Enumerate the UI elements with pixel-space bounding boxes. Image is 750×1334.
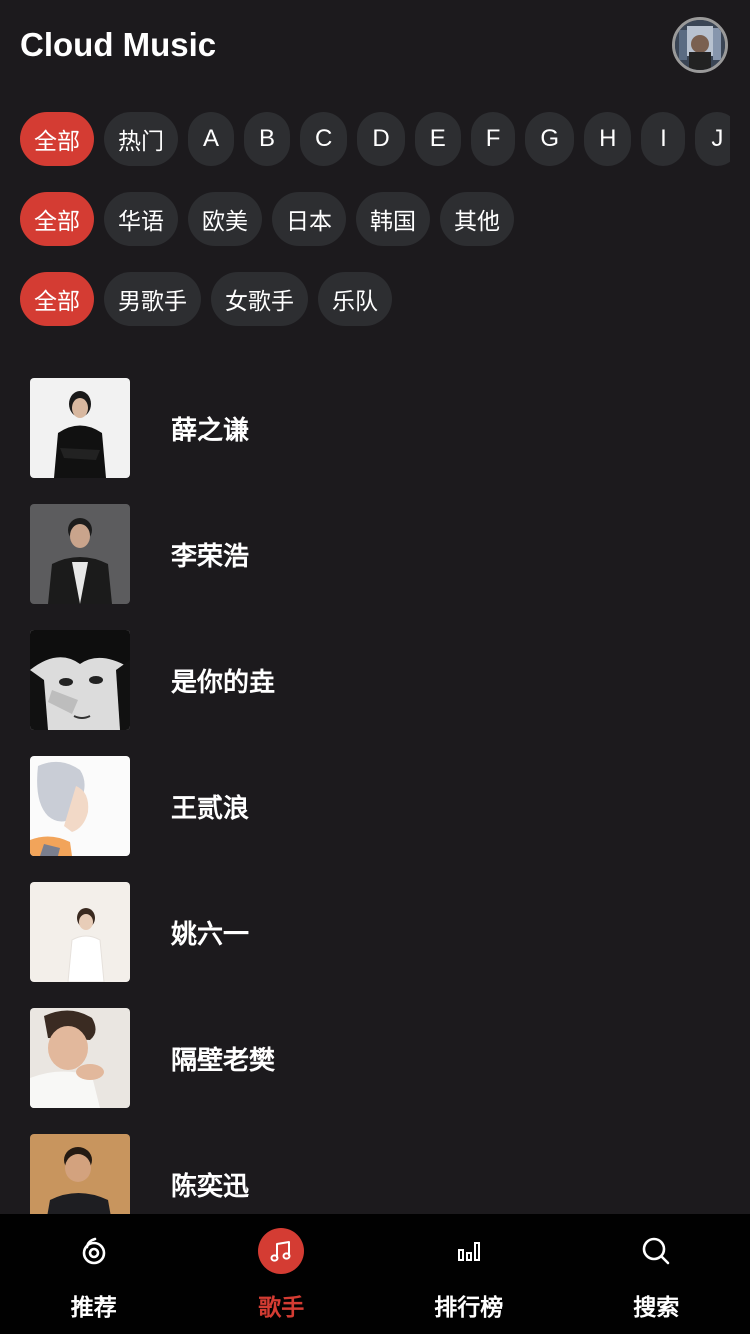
region-chip-japan[interactable]: 日本 (272, 192, 346, 246)
artist-name: 王贰浪 (171, 793, 250, 824)
region-filter-row: 全部 华语 欧美 日本 韩国 其他 (20, 192, 730, 246)
artist-name: 李荣浩 (171, 541, 250, 572)
initial-chip-c[interactable]: C (300, 112, 348, 166)
initial-chip-j[interactable]: J (695, 112, 730, 166)
app-root: Cloud Music 全部 热门 A B C D E F G H I J 全部… (0, 0, 750, 1334)
artist-photo (30, 1008, 130, 1108)
netease-logo-icon (71, 1228, 117, 1274)
artist-name: 隔壁老樊 (171, 1045, 276, 1076)
tab-search[interactable]: 搜索 (563, 1214, 750, 1334)
artist-row[interactable]: 李荣浩 (30, 504, 730, 604)
bar-chart-icon (446, 1228, 492, 1274)
tab-artists-label: 歌手 (258, 1295, 305, 1321)
artist-row[interactable]: 隔壁老樊 (30, 1008, 730, 1108)
artist-photo (30, 630, 130, 730)
type-filter-row: 全部 男歌手 女歌手 乐队 (20, 272, 730, 326)
initial-chip-g[interactable]: G (525, 112, 575, 166)
artist-name: 薛之谦 (171, 415, 250, 446)
region-chip-other[interactable]: 其他 (440, 192, 514, 246)
type-chip-female[interactable]: 女歌手 (211, 272, 308, 326)
bottom-tab-bar: 推荐 歌手 排行榜 搜索 (0, 1214, 750, 1334)
initial-chip-d[interactable]: D (357, 112, 405, 166)
initial-chip-b[interactable]: B (244, 112, 291, 166)
music-note-icon (258, 1228, 305, 1274)
initial-chip-i[interactable]: I (641, 112, 686, 166)
artist-name: 姚六一 (171, 919, 250, 950)
artist-row[interactable]: 王贰浪 (30, 756, 730, 856)
top-header: Cloud Music (0, 0, 750, 90)
app-title: Cloud Music (20, 26, 217, 63)
initial-chip-all[interactable]: 全部 (20, 112, 94, 166)
filter-area: 全部 热门 A B C D E F G H I J K 全部 华语 欧美 日本 … (20, 112, 730, 352)
tab-recommend-label: 推荐 (70, 1295, 117, 1321)
initial-chip-a[interactable]: A (188, 112, 235, 166)
region-chip-korea[interactable]: 韩国 (356, 192, 430, 246)
tab-recommend[interactable]: 推荐 (0, 1214, 188, 1334)
artist-photo (30, 378, 130, 478)
initial-chip-h[interactable]: H (584, 112, 632, 166)
initial-chip-hot[interactable]: 热门 (104, 112, 178, 166)
artist-name: 是你的垚 (171, 667, 276, 698)
artist-row[interactable]: 是你的垚 (30, 630, 730, 730)
region-chip-western[interactable]: 欧美 (188, 192, 262, 246)
initial-chip-e[interactable]: E (414, 112, 461, 166)
artist-row[interactable]: 薛之谦 (30, 378, 730, 478)
region-chip-all[interactable]: 全部 (20, 192, 94, 246)
tab-search-label: 搜索 (633, 1295, 680, 1321)
type-chip-all[interactable]: 全部 (20, 272, 94, 326)
search-icon (633, 1228, 679, 1274)
tab-charts-label: 排行榜 (434, 1295, 504, 1321)
tab-charts[interactable]: 排行榜 (375, 1214, 563, 1334)
artist-photo (30, 882, 130, 982)
tab-artists[interactable]: 歌手 (188, 1214, 376, 1334)
avatar-image (675, 20, 725, 70)
artist-name: 陈奕迅 (171, 1171, 250, 1202)
artist-photo (30, 504, 130, 604)
initial-chip-f[interactable]: F (470, 112, 516, 166)
initial-filter-row: 全部 热门 A B C D E F G H I J K (20, 112, 730, 166)
user-avatar[interactable] (672, 17, 728, 73)
artist-row[interactable]: 姚六一 (30, 882, 730, 982)
type-chip-band[interactable]: 乐队 (318, 272, 392, 326)
artist-photo (30, 756, 130, 856)
type-chip-male[interactable]: 男歌手 (104, 272, 201, 326)
region-chip-chinese[interactable]: 华语 (104, 192, 178, 246)
artist-list: 薛之谦 李荣浩 是你的垚 王贰浪 姚六一 隔壁老樊 陈奕迅 (30, 378, 730, 1260)
